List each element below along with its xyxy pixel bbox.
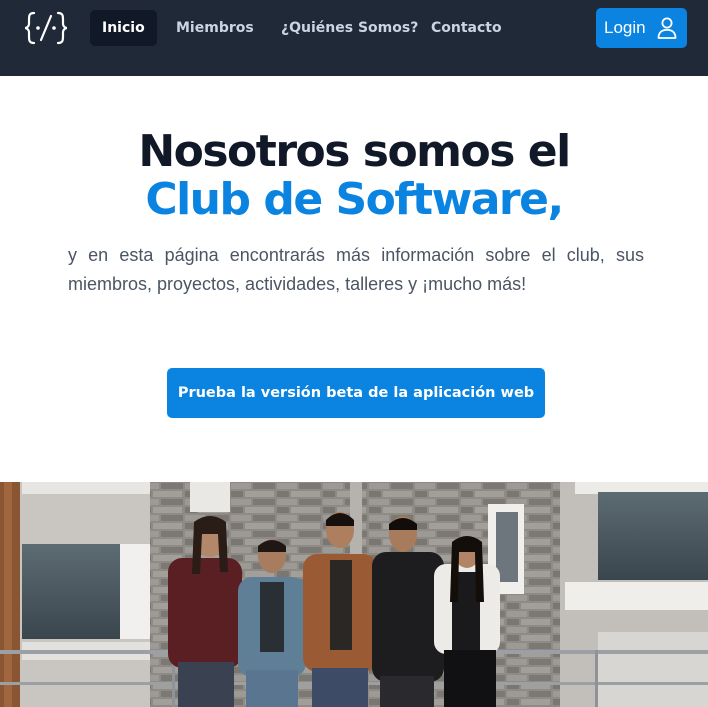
- user-icon: [657, 17, 677, 39]
- login-button-label: Login: [604, 18, 646, 37]
- login-button[interactable]: Login: [596, 8, 687, 48]
- try-beta-button[interactable]: Prueba la versión beta de la aplicación …: [167, 368, 545, 418]
- team-photo-illustration: [0, 482, 708, 707]
- team-photo: [0, 482, 708, 707]
- hero-title-line-2: Club de Software,: [145, 174, 564, 225]
- hero-description: y en esta página encontrarás más informa…: [68, 245, 644, 294]
- nav-link-miembros[interactable]: Miembros: [176, 10, 254, 46]
- hero-title-line-1: Nosotros somos el: [138, 126, 571, 177]
- code-braces-logo-icon[interactable]: [24, 10, 68, 46]
- nav-link-contacto[interactable]: Contacto: [431, 10, 502, 46]
- nav-link-quienes-somos[interactable]: ¿Quiénes Somos?: [281, 10, 418, 46]
- nav-link-inicio[interactable]: Inicio: [90, 10, 157, 46]
- navbar: Inicio Miembros ¿Quiénes Somos? Contacto…: [0, 0, 708, 76]
